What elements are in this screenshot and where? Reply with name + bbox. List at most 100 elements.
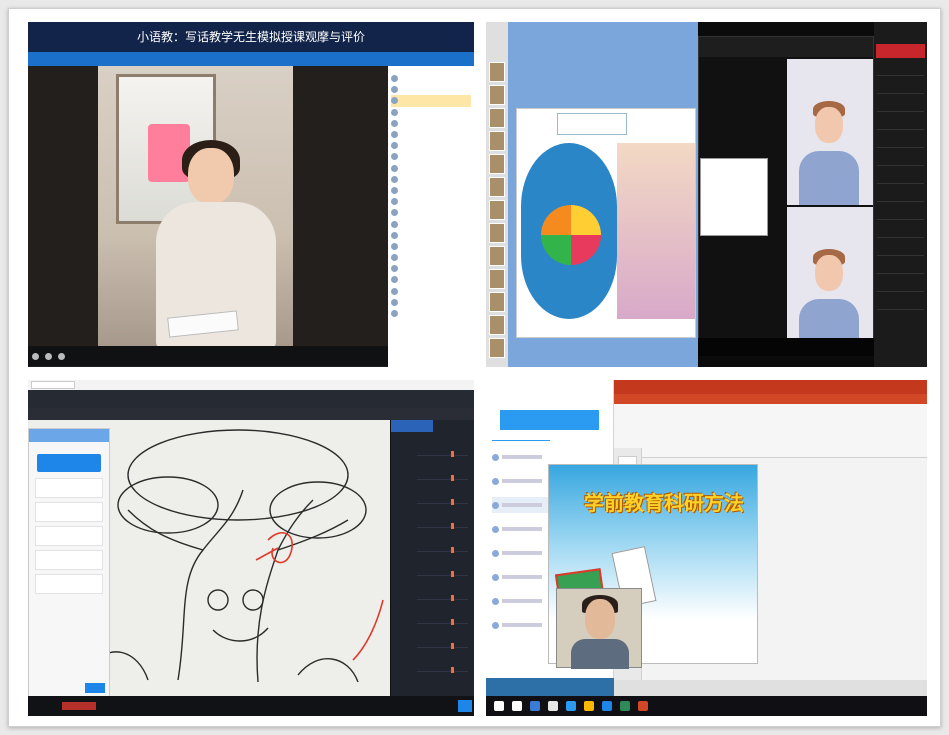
participant-row[interactable] (391, 174, 471, 185)
send-button[interactable] (458, 700, 472, 712)
member-row[interactable] (877, 298, 924, 310)
avatar (391, 142, 398, 150)
participant-row[interactable] (391, 73, 471, 84)
mic-icon[interactable] (32, 352, 39, 360)
teacher-face (188, 148, 234, 204)
participant-row[interactable] (391, 207, 471, 218)
member-row[interactable] (877, 118, 924, 130)
message-item (417, 562, 468, 577)
chat-input-bar[interactable] (486, 678, 614, 696)
avatar (492, 573, 499, 581)
taskbar-app-icon[interactable] (530, 701, 540, 711)
slide-thumbnail[interactable] (489, 246, 505, 266)
member-row[interactable] (877, 280, 924, 292)
taskbar-app-icon[interactable] (566, 701, 576, 711)
slide-thumbnail[interactable] (489, 62, 505, 82)
slide-thumbnail[interactable] (489, 338, 505, 358)
member-row[interactable] (877, 82, 924, 94)
slide-editor-stage (508, 22, 698, 367)
participant-row[interactable] (391, 129, 471, 140)
member-row[interactable] (877, 100, 924, 112)
dialog-action-button[interactable] (37, 454, 101, 472)
participant-row[interactable] (391, 151, 471, 162)
tab-chat[interactable] (492, 440, 550, 441)
chat-tabs (492, 440, 607, 441)
participant-row[interactable] (391, 230, 471, 241)
camera-icon[interactable] (45, 352, 52, 360)
taskbar-app-icon[interactable] (512, 701, 522, 711)
member-row[interactable] (877, 190, 924, 202)
participant-row[interactable] (391, 241, 471, 252)
task-row[interactable] (35, 526, 103, 546)
chat-action-button[interactable] (500, 410, 599, 430)
slide-thumbnail[interactable] (489, 108, 505, 128)
message-item (417, 586, 468, 601)
participant-row[interactable] (391, 185, 471, 196)
slide-thumbnail[interactable] (489, 292, 505, 312)
member-tab[interactable] (876, 44, 925, 58)
tab-members[interactable] (550, 440, 608, 441)
windows-taskbar (486, 696, 927, 716)
browser-tab[interactable] (31, 381, 75, 389)
participant-row[interactable] (391, 84, 471, 95)
browser-tab-bar (28, 380, 474, 390)
message-text (502, 599, 542, 603)
member-row[interactable] (877, 226, 924, 238)
avatar (391, 265, 398, 273)
task-row[interactable] (35, 502, 103, 522)
slide-thumbnail[interactable] (489, 200, 505, 220)
taskbar-app-icon[interactable] (602, 701, 612, 711)
slide-thumbnail[interactable] (489, 223, 505, 243)
slide-thumbnail[interactable] (489, 177, 505, 197)
chat-icon[interactable] (58, 352, 65, 360)
member-row[interactable] (877, 262, 924, 274)
participant-row[interactable] (391, 107, 471, 118)
ppt-ribbon[interactable] (614, 404, 927, 458)
participant-row[interactable] (391, 252, 471, 263)
chat-message (492, 449, 607, 465)
color-wheel (541, 205, 601, 265)
participant-row[interactable] (391, 196, 471, 207)
slide-thumbnail[interactable] (489, 131, 505, 151)
participant-row[interactable] (391, 95, 471, 107)
tab-messages[interactable] (391, 420, 433, 432)
participant-list (388, 66, 474, 367)
taskbar-app-icon[interactable] (584, 701, 594, 711)
taskbar-app-icon[interactable] (494, 701, 504, 711)
ppt-ribbon-tabs[interactable] (614, 394, 927, 404)
meeting-member-panel (874, 22, 927, 367)
task-row[interactable] (35, 478, 103, 498)
participant-row[interactable] (391, 218, 471, 229)
participant-row[interactable] (391, 118, 471, 129)
participant-row[interactable] (391, 140, 471, 151)
flame-icon (451, 451, 454, 457)
member-row[interactable] (877, 172, 924, 184)
participant-row[interactable] (391, 163, 471, 174)
slide-thumbnail[interactable] (489, 269, 505, 289)
message-text (502, 455, 542, 459)
member-row[interactable] (877, 244, 924, 256)
participant-row[interactable] (391, 297, 471, 308)
taskbar-app-icon[interactable] (620, 701, 630, 711)
member-row[interactable] (877, 208, 924, 220)
slide-thumbnail[interactable] (489, 154, 505, 174)
record-button[interactable] (62, 702, 96, 710)
dialog-ok-button[interactable] (85, 683, 105, 693)
shared-screen-popup[interactable] (700, 158, 768, 236)
task-row[interactable] (35, 550, 103, 570)
tab-members[interactable] (433, 420, 475, 432)
participant-row[interactable] (391, 308, 471, 319)
taskbar-app-icon[interactable] (548, 701, 558, 711)
task-row[interactable] (35, 574, 103, 594)
ppt-status-bar (614, 680, 927, 696)
participant-row[interactable] (391, 274, 471, 285)
slide-thumbnail[interactable] (489, 85, 505, 105)
member-row[interactable] (877, 154, 924, 166)
participant-row[interactable] (391, 263, 471, 274)
slide-thumbnail[interactable] (489, 315, 505, 335)
taskbar-app-icon[interactable] (638, 701, 648, 711)
member-row[interactable] (877, 64, 924, 76)
participant-row[interactable] (391, 286, 471, 297)
member-row[interactable] (877, 136, 924, 148)
flame-icon (451, 475, 454, 481)
